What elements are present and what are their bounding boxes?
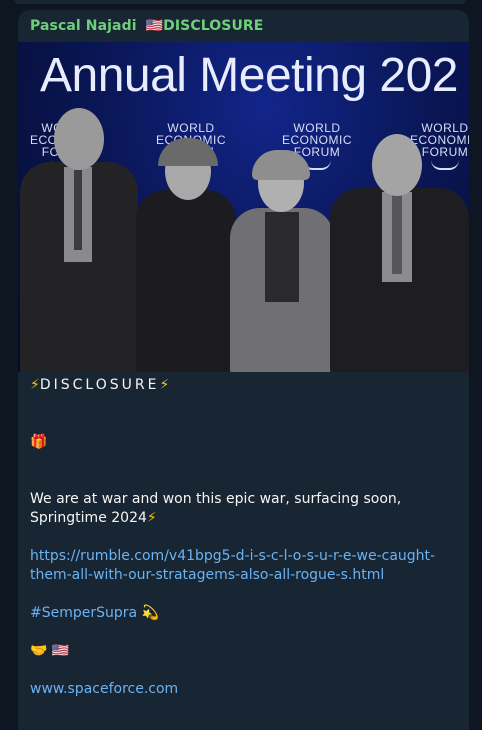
gift-icon: 🎁: [30, 434, 48, 450]
sender-name-text[interactable]: Pascal Najadi: [30, 18, 137, 34]
rumble-link[interactable]: https://rumble.com/v41bpg5-d-i-s-c-l-o-s…: [30, 547, 458, 585]
lightning-icon: ⚡: [146, 510, 157, 526]
hashtag-line: #SemperSupra 💫: [30, 604, 458, 623]
message-bubble: Pascal Najadi 🇺🇸DISCLOSURE Annual Meetin…: [18, 10, 469, 730]
message-photo[interactable]: Annual Meeting 202 WORLDECONOMICFORUM WO…: [18, 42, 469, 372]
website-link[interactable]: www.spaceforce.com: [30, 680, 458, 699]
sender-name[interactable]: Pascal Najadi 🇺🇸DISCLOSURE: [30, 18, 263, 34]
emoji-line: 🤝 🇺🇸: [30, 642, 458, 661]
lightning-icon: ⚡: [30, 377, 40, 393]
message-text-line: We are at war and won this epic war, sur…: [30, 491, 402, 507]
hashtag-link[interactable]: #SemperSupra: [30, 605, 137, 621]
sender-tag: DISCLOSURE: [163, 18, 264, 34]
message-text-line: Springtime 2024⚡: [30, 510, 157, 526]
message-title: ⚡DISCLOSURE⚡: [30, 376, 458, 395]
handshake-icon: 🤝: [30, 643, 48, 659]
photo-headline: Annual Meeting 202: [40, 49, 458, 102]
dizzy-icon: 💫: [141, 605, 159, 621]
previous-message-bubble: [14, 0, 466, 4]
flag-icon: 🇺🇸: [51, 643, 70, 659]
message-text: ⚡DISCLOSURE⚡ 🎁 We are at war and won thi…: [30, 376, 458, 699]
title-text: DISCLOSURE: [39, 377, 160, 393]
sender-flag-emoji: 🇺🇸: [145, 18, 164, 34]
lightning-icon: ⚡: [159, 377, 170, 393]
